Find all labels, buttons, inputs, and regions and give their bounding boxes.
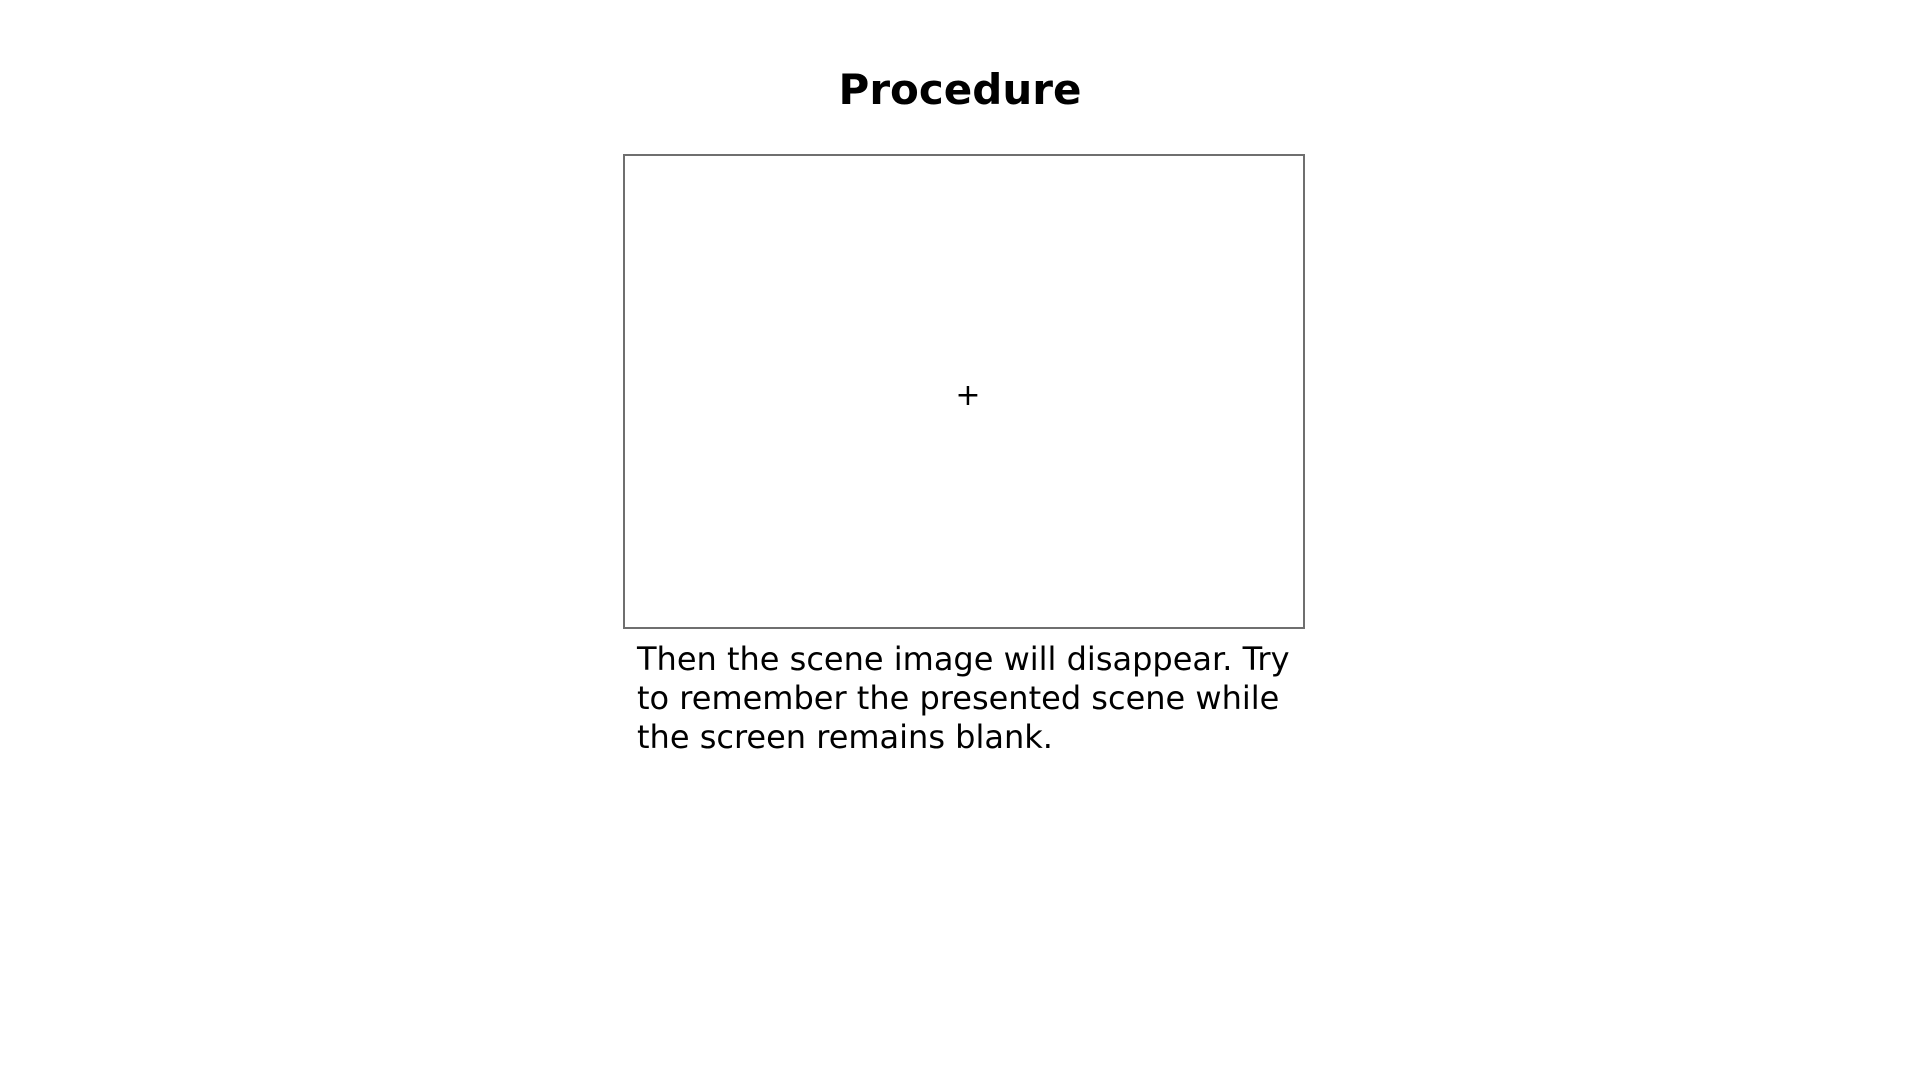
stimulus-display-frame: +	[623, 154, 1305, 629]
instruction-text: Then the scene image will disappear. Try…	[637, 640, 1290, 756]
fixation-cross-icon: +	[955, 378, 981, 413]
page-title: Procedure	[838, 65, 1082, 114]
